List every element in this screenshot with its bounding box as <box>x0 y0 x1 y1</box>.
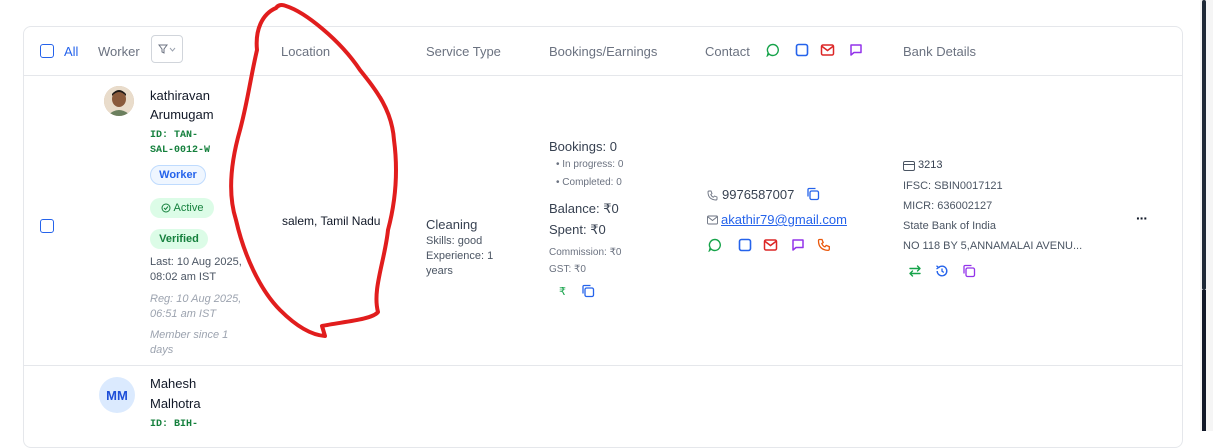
phone-icon <box>707 190 718 201</box>
scrollbar[interactable] <box>1200 0 1213 431</box>
chevron-down-icon <box>169 47 176 52</box>
whatsapp-icon[interactable] <box>708 238 722 252</box>
registered-line1: Reg: 10 Aug 2025, <box>150 293 242 305</box>
bookings-count: Bookings: 0 <box>549 139 617 154</box>
bank-ifsc: IFSC: SBIN0017121 <box>903 180 1003 192</box>
column-worker: Worker <box>98 44 140 59</box>
worker-name-line2: Malhotra <box>150 396 201 411</box>
mail-icon[interactable] <box>763 238 778 252</box>
phone-number[interactable]: 9976587007 <box>722 187 794 202</box>
bank-micr: MICR: 636002127 <box>903 200 993 212</box>
member-since-line2: days <box>150 344 174 356</box>
status-badge: Active <box>150 198 214 218</box>
select-all-checkbox[interactable] <box>40 44 54 58</box>
worker-id-line1: ID: BIH- <box>150 419 199 430</box>
transfer-icon[interactable] <box>908 264 922 278</box>
worker-id-line2: SAL-0012-W <box>150 145 211 156</box>
avatar: MM <box>99 377 135 413</box>
scrollbar-track[interactable] <box>1202 290 1206 431</box>
row-checkbox[interactable] <box>40 219 54 233</box>
message-icon[interactable] <box>849 43 863 57</box>
registered-line2: 06:51 am IST <box>150 308 217 320</box>
bank-account-number: 3213 <box>918 159 943 171</box>
mail-icon[interactable] <box>820 43 835 57</box>
column-contact: Contact <box>705 44 750 59</box>
verified-badge: Verified <box>150 229 208 249</box>
worker-filter-button[interactable] <box>151 35 183 63</box>
credit-card-icon <box>903 161 915 171</box>
table-header: All Worker Location Service Type Booking… <box>24 27 1182 76</box>
worker-name-line1: Mahesh <box>150 376 197 391</box>
bank-name: State Bank of India <box>903 220 996 232</box>
square-select-icon[interactable] <box>795 43 809 57</box>
column-bookings-earnings: Bookings/Earnings <box>549 44 658 59</box>
bookings-in-progress: • In progress: 0 <box>556 159 624 170</box>
last-seen-line2: 08:02 am IST <box>150 271 217 283</box>
more-actions-button[interactable]: ··· <box>1136 210 1148 226</box>
bookings-completed: • Completed: 0 <box>556 177 622 188</box>
experience-line1: Experience: 1 <box>426 250 494 262</box>
column-bank-details: Bank Details <box>903 44 976 59</box>
role-badge: Worker <box>150 165 206 185</box>
copy-icon[interactable] <box>581 284 595 298</box>
rupee-icon[interactable]: ₹ <box>559 285 566 298</box>
copy-bank-icon[interactable] <box>962 264 976 278</box>
call-icon[interactable] <box>817 238 831 252</box>
bank-address: NO 118 BY 5,ANNAMALAI AVENU... <box>903 240 1083 252</box>
skills: Skills: good <box>426 235 483 247</box>
square-select-icon[interactable] <box>738 238 752 252</box>
location-text: salem, Tamil Nadu <box>282 214 381 228</box>
filter-icon <box>158 44 168 54</box>
avatar <box>104 86 134 116</box>
experience-line2: years <box>426 265 453 277</box>
workers-table: All Worker Location Service Type Booking… <box>23 26 1183 448</box>
status-label: Active <box>173 202 204 214</box>
member-since-line1: Member since 1 <box>150 329 229 341</box>
envelope-icon <box>707 215 718 225</box>
select-all-label[interactable]: All <box>64 44 78 59</box>
commission: Commission: ₹0 <box>549 247 622 258</box>
email-link[interactable]: akathir79@gmail.com <box>721 212 847 227</box>
history-icon[interactable] <box>935 264 949 278</box>
spent: Spent: ₹0 <box>549 222 606 237</box>
table-row[interactable]: kathiravan Arumugam ID: TAN- SAL-0012-W … <box>24 76 1182 366</box>
gst: GST: ₹0 <box>549 264 586 275</box>
balance: Balance: ₹0 <box>549 201 619 216</box>
worker-name-line2: Arumugam <box>150 107 214 122</box>
copy-phone-icon[interactable] <box>806 187 820 201</box>
whatsapp-icon[interactable] <box>766 43 780 57</box>
check-circle-icon <box>161 203 171 213</box>
last-seen-line1: Last: 10 Aug 2025, <box>150 256 242 268</box>
table-row[interactable]: MM Mahesh Malhotra ID: BIH- <box>24 366 1182 447</box>
worker-name-line1: kathiravan <box>150 88 210 103</box>
service-type: Cleaning <box>426 217 478 232</box>
worker-id-line1: ID: TAN- <box>150 130 199 141</box>
column-service-type: Service Type <box>426 44 501 59</box>
scrollbar-thumb[interactable] <box>1202 0 1206 290</box>
column-location: Location <box>281 44 331 59</box>
message-icon[interactable] <box>791 238 805 252</box>
